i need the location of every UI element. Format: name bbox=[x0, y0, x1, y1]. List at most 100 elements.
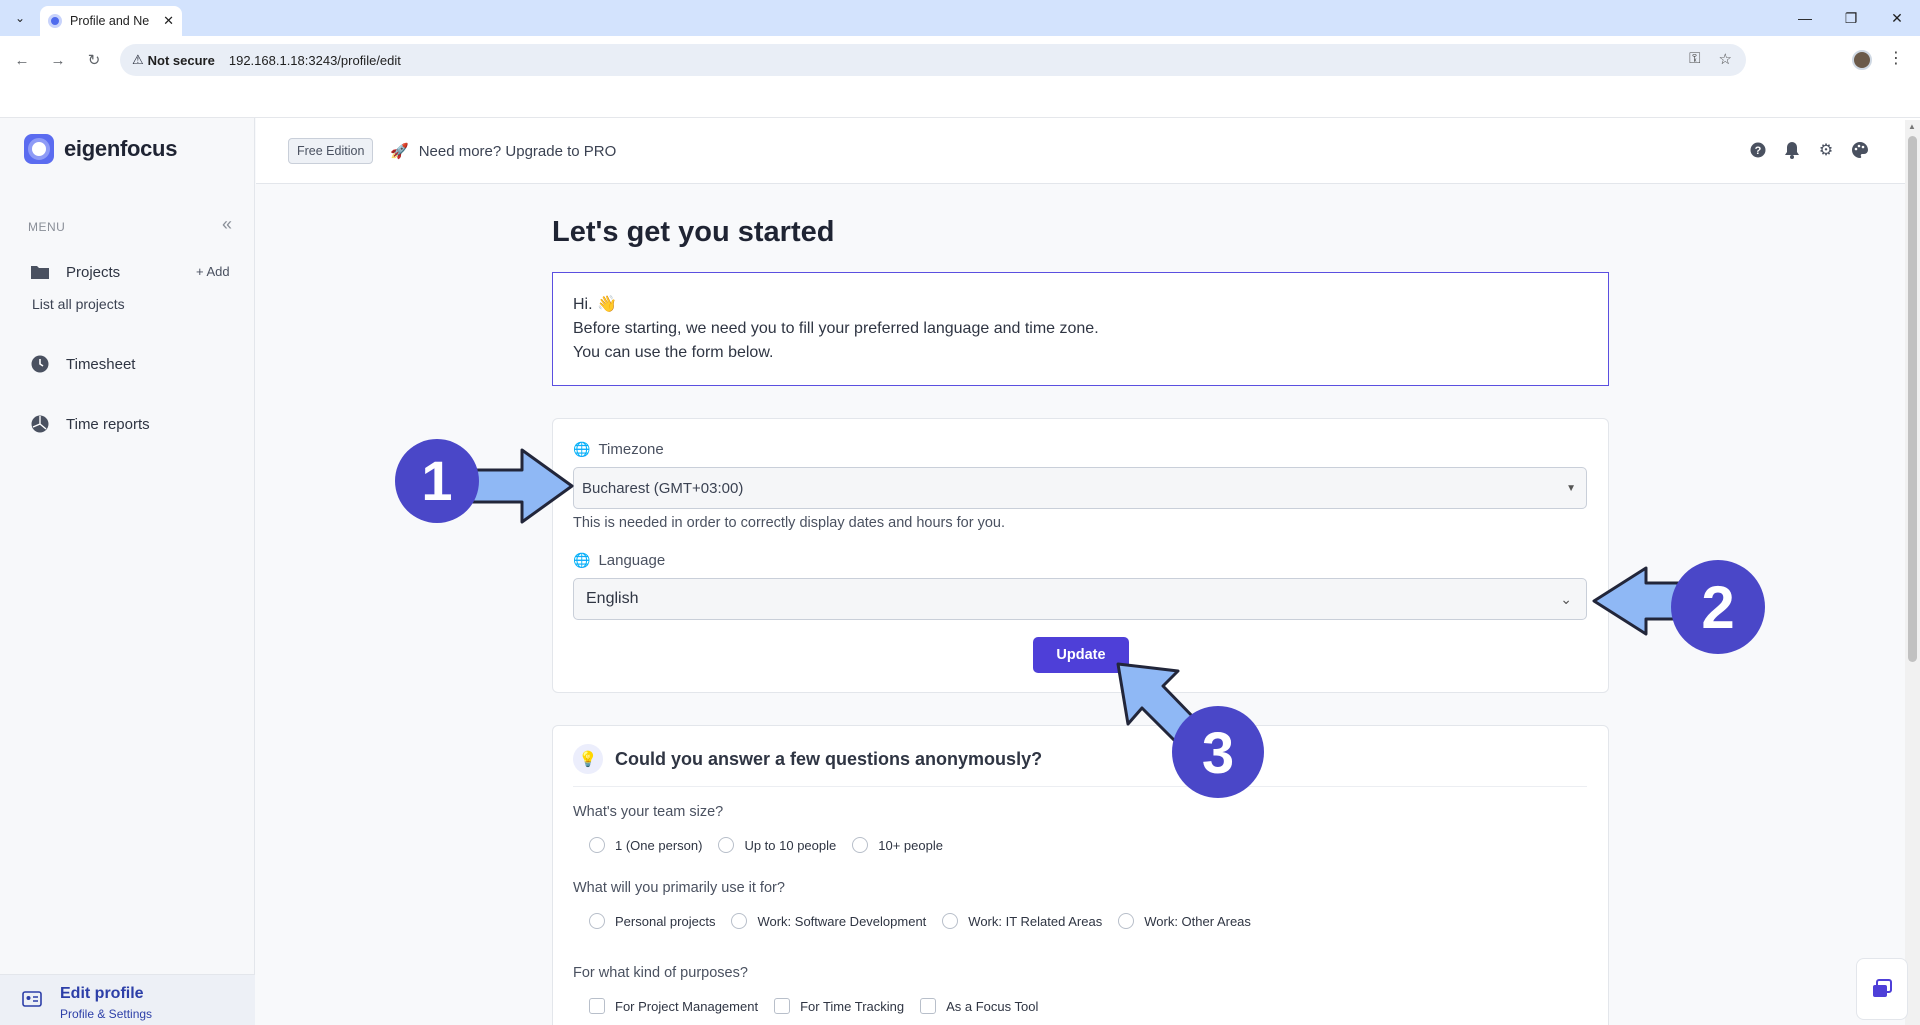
page-scrollbar[interactable]: ▲ bbox=[1905, 120, 1920, 1025]
tab-search-chevron-icon[interactable]: ⌄ bbox=[6, 6, 34, 30]
team-size-option-1[interactable]: 1 (One person) bbox=[589, 837, 702, 853]
use-case-question: What will you primarily use it for? bbox=[573, 880, 785, 896]
team-size-option-3[interactable]: 10+ people bbox=[852, 837, 943, 853]
add-label: Add bbox=[206, 264, 230, 279]
tab-favicon-icon bbox=[48, 14, 62, 28]
globe-icon: 🌐 bbox=[573, 441, 591, 457]
id-card-icon bbox=[22, 991, 42, 1012]
team-size-options: 1 (One person) Up to 10 people 10+ peopl… bbox=[589, 837, 959, 853]
radio-button[interactable] bbox=[589, 837, 605, 853]
chevron-down-icon: ⌄ bbox=[1560, 590, 1572, 607]
key-icon[interactable]: ⚿ bbox=[1689, 50, 1700, 68]
option-label: 1 (One person) bbox=[615, 837, 703, 853]
option-label: For Time Tracking bbox=[800, 998, 905, 1014]
survey-card: 💡 Could you answer a few questions anony… bbox=[552, 725, 1609, 1025]
intro-form-note: You can use the form below. bbox=[573, 344, 774, 361]
sidebar-item-label: Timesheet bbox=[66, 355, 136, 373]
browser-tab[interactable]: Profile and Ne ✕ bbox=[40, 6, 182, 36]
collapse-sidebar-icon[interactable]: « bbox=[222, 214, 232, 235]
intro-message-box: Hi. 👋 Before starting, we need you to fi… bbox=[552, 272, 1609, 386]
radio-button[interactable] bbox=[718, 837, 735, 853]
help-icon[interactable]: ? bbox=[1748, 140, 1768, 160]
chat-widget-icon[interactable] bbox=[1856, 958, 1908, 1020]
profile-settings-label: Profile & Settings bbox=[60, 1007, 153, 1021]
scroll-up-arrow-icon[interactable]: ▲ bbox=[1908, 122, 1916, 131]
checkbox[interactable] bbox=[920, 998, 937, 1014]
scroll-thumb[interactable] bbox=[1908, 136, 1917, 662]
purpose-options: For Project Management For Time Tracking… bbox=[589, 998, 1054, 1014]
language-select[interactable]: English ⌄ bbox=[573, 578, 1587, 620]
update-button[interactable]: Update bbox=[1033, 637, 1129, 673]
use-case-option-1[interactable]: Personal projects bbox=[589, 913, 715, 929]
purpose-question: For what kind of purposes? bbox=[573, 965, 748, 981]
preferences-form: 🌐 Timezone Bucharest (GMT+03:00) ▼ This … bbox=[552, 418, 1609, 693]
timezone-help-text: This is needed in order to correctly dis… bbox=[573, 515, 1006, 531]
not-secure-label[interactable]: Not secure bbox=[148, 53, 215, 68]
radio-button[interactable] bbox=[852, 837, 869, 853]
clock-icon bbox=[30, 354, 50, 374]
sidebar-item-time-reports[interactable]: Time reports bbox=[30, 414, 150, 434]
radio-button[interactable] bbox=[731, 913, 748, 929]
restore-icon[interactable]: ❐ bbox=[1828, 0, 1874, 36]
sidebar-item-projects[interactable]: Projects bbox=[30, 262, 120, 282]
header-icons: ? ⚙ bbox=[1748, 140, 1870, 160]
timezone-label: 🌐 Timezone bbox=[573, 441, 664, 458]
svg-text:?: ? bbox=[1755, 145, 1762, 157]
logo-icon bbox=[24, 134, 54, 164]
profile-avatar-icon[interactable] bbox=[1852, 50, 1872, 70]
bookmark-star-icon[interactable]: ☆ bbox=[1719, 50, 1732, 68]
option-label: As a Focus Tool bbox=[946, 998, 1039, 1014]
url-text[interactable]: 192.168.1.18:3243/profile/edit bbox=[229, 53, 401, 68]
gear-icon[interactable]: ⚙ bbox=[1816, 140, 1836, 160]
team-size-option-2[interactable]: Up to 10 people bbox=[718, 837, 836, 853]
option-label: Work: Software Development bbox=[757, 913, 927, 929]
use-case-option-3[interactable]: Work: IT Related Areas bbox=[942, 913, 1102, 929]
globe-icon: 🌐 bbox=[573, 552, 591, 568]
minimize-icon[interactable]: — bbox=[1782, 0, 1828, 36]
step2-circle bbox=[1671, 560, 1765, 654]
reload-icon[interactable]: ↻ bbox=[82, 48, 106, 72]
purpose-option-2[interactable]: For Time Tracking bbox=[774, 998, 904, 1014]
timezone-select[interactable]: Bucharest (GMT+03:00) ▼ bbox=[573, 467, 1587, 509]
back-arrow-icon[interactable]: ← bbox=[10, 48, 34, 72]
use-case-option-2[interactable]: Work: Software Development bbox=[731, 913, 926, 929]
list-all-projects-link[interactable]: List all projects bbox=[32, 296, 125, 312]
address-bar[interactable]: ⚠ Not secure 192.168.1.18:3243/profile/e… bbox=[120, 44, 1746, 76]
forward-arrow-icon[interactable]: → bbox=[46, 48, 70, 72]
step1-number: 1 bbox=[421, 449, 452, 512]
brand-logo[interactable]: eigenfocus bbox=[24, 134, 177, 164]
dropdown-caret-icon: ▼ bbox=[1566, 482, 1576, 494]
radio-button[interactable] bbox=[1118, 913, 1135, 929]
sidebar-item-timesheet[interactable]: Timesheet bbox=[30, 354, 135, 374]
option-label: Up to 10 people bbox=[744, 837, 837, 853]
tab-close-icon[interactable]: ✕ bbox=[163, 13, 174, 29]
language-label-text: Language bbox=[598, 552, 666, 569]
window-controls: — ❐ ✕ bbox=[1782, 0, 1920, 36]
browser-toolbar: ← → ↻ ⚠ Not secure 192.168.1.18:3243/pro… bbox=[0, 36, 1920, 84]
use-case-option-4[interactable]: Work: Other Areas bbox=[1118, 913, 1251, 929]
purpose-option-3[interactable]: As a Focus Tool bbox=[920, 998, 1038, 1014]
checkbox[interactable] bbox=[774, 998, 791, 1014]
purpose-option-1[interactable]: For Project Management bbox=[589, 998, 758, 1014]
intro-greeting: Hi. 👋 bbox=[573, 296, 617, 313]
bell-icon[interactable] bbox=[1782, 140, 1802, 160]
upgrade-link[interactable]: 🚀 Need more? Upgrade to PRO bbox=[390, 142, 616, 161]
radio-button[interactable] bbox=[942, 913, 959, 929]
checkbox[interactable] bbox=[589, 998, 605, 1014]
window-close-icon[interactable]: ✕ bbox=[1874, 0, 1920, 36]
bookmarks-bar bbox=[0, 84, 1920, 118]
radio-button[interactable] bbox=[589, 913, 605, 929]
browser-menu-icon[interactable]: ⋮ bbox=[1888, 48, 1904, 68]
add-project-button[interactable]: + Add bbox=[196, 264, 230, 279]
sidebar-footer-edit-profile[interactable]: Edit profile Profile & Settings bbox=[0, 974, 255, 1025]
sidebar-item-label: Time reports bbox=[66, 415, 150, 433]
edit-profile-label: Edit profile bbox=[60, 985, 144, 1002]
lightbulb-icon: 💡 bbox=[573, 744, 603, 774]
step2-number: 2 bbox=[1701, 574, 1734, 641]
palette-icon[interactable] bbox=[1850, 140, 1870, 160]
option-label: Personal projects bbox=[615, 913, 716, 929]
intro-instructions: Before starting, we need you to fill you… bbox=[573, 320, 1099, 337]
divider bbox=[573, 786, 1587, 787]
option-label: Work: IT Related Areas bbox=[968, 913, 1103, 929]
rocket-icon: 🚀 bbox=[390, 143, 409, 160]
